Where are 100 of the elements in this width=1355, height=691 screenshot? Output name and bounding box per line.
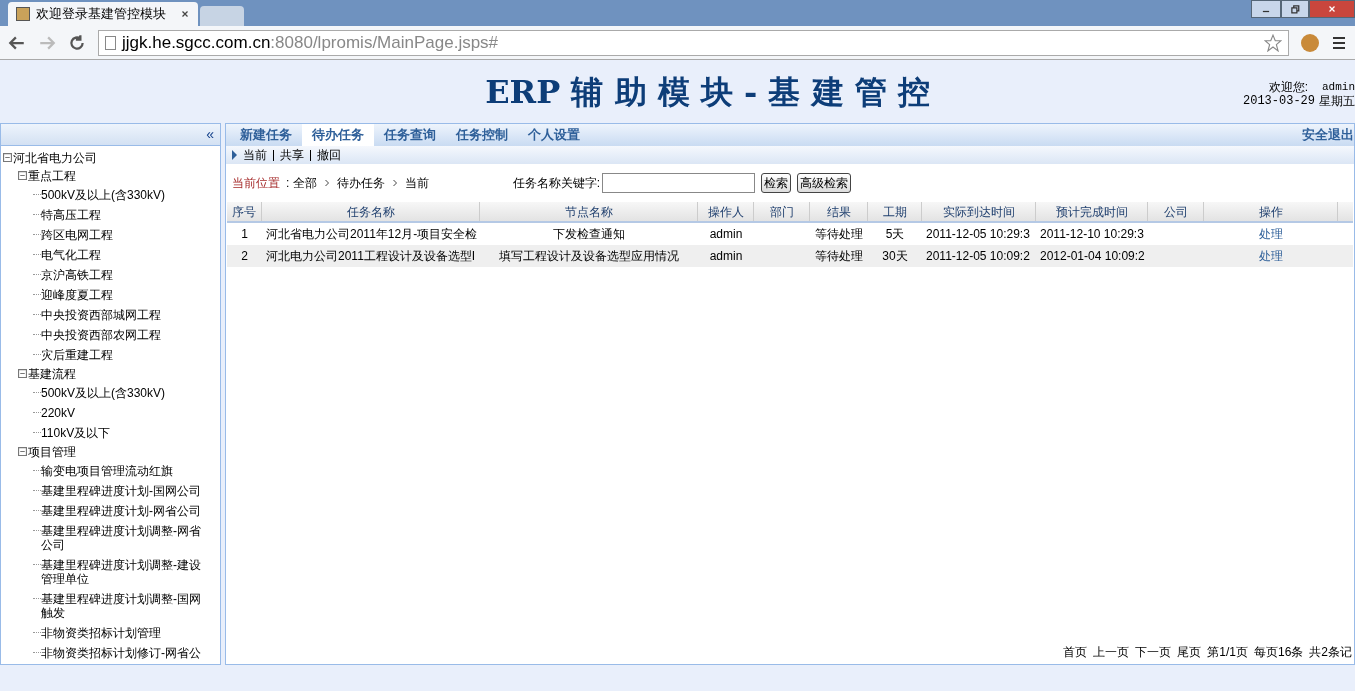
tree-item[interactable]: 基建里程碑进度计划-国网公司 bbox=[41, 481, 206, 501]
logout-link[interactable]: 安全退出 bbox=[1302, 125, 1354, 145]
table-cell-text: 5天 bbox=[884, 226, 906, 243]
action-link[interactable]: 处理 bbox=[1204, 245, 1338, 267]
table-cell-text: 2011-12-05 10:09:2 bbox=[925, 248, 1031, 265]
welcome-label: 欢迎您: bbox=[1268, 80, 1308, 94]
weekday-text: 星期五 bbox=[1319, 94, 1355, 108]
column-header[interactable]: 任务名称 bbox=[262, 202, 480, 221]
breadcrumb-label: 当前位置 bbox=[232, 175, 280, 192]
tree-node[interactable]: 项目管理 bbox=[28, 443, 76, 461]
star-icon[interactable] bbox=[1264, 33, 1282, 52]
date-text: 2013-03-29 bbox=[1243, 94, 1315, 108]
tree-item[interactable]: 特高压工程 bbox=[41, 205, 206, 225]
minus-box-icon[interactable] bbox=[18, 447, 27, 456]
chevron-icon bbox=[390, 178, 399, 188]
tree-item[interactable]: 中央投资西部农网工程 bbox=[41, 325, 206, 345]
nav-tab[interactable]: 任务查询 bbox=[374, 124, 446, 146]
tree-item[interactable]: 中央投资西部城网工程 bbox=[41, 305, 206, 325]
reload-icon[interactable] bbox=[68, 33, 86, 52]
pagination-info: 每页16条 bbox=[1253, 644, 1304, 661]
tree-item[interactable]: 500kV及以上(含330kV) bbox=[41, 383, 206, 403]
table-cell-text: 2012-01-04 10:09:2 bbox=[1039, 248, 1146, 265]
nav-tab[interactable]: 个人设置 bbox=[518, 124, 590, 146]
search-button[interactable]: 高级检索 bbox=[797, 173, 851, 193]
table-cell-text: 1 bbox=[240, 226, 249, 243]
restore-icon bbox=[1290, 4, 1300, 14]
column-header[interactable]: 操作 bbox=[1204, 202, 1338, 221]
column-header[interactable]: 公司 bbox=[1148, 202, 1204, 221]
tree-item[interactable]: 跨区电网工程 bbox=[41, 225, 206, 245]
sub-nav-link[interactable]: 撤回 bbox=[317, 146, 341, 164]
table-cell-text: 等待处理 bbox=[814, 226, 864, 243]
column-header[interactable]: 节点名称 bbox=[480, 202, 698, 221]
table-cell-text: 下发检查通知 bbox=[552, 226, 626, 243]
tree-item[interactable]: 非物资类招标计划修订-网省公 bbox=[41, 643, 206, 663]
pagination-link[interactable]: 上一页 bbox=[1093, 643, 1130, 661]
sub-nav-link[interactable]: 当前 bbox=[243, 146, 267, 164]
tree-node[interactable]: 基建流程 bbox=[28, 365, 76, 383]
tree-item[interactable]: 京沪高铁工程 bbox=[41, 265, 206, 285]
nav-tab[interactable]: 待办任务 bbox=[302, 124, 374, 146]
tree-item[interactable]: 基建里程碑进度计划-网省公司 bbox=[41, 501, 206, 521]
tree-item[interactable]: 迎峰度夏工程 bbox=[41, 285, 206, 305]
close-icon bbox=[1327, 4, 1337, 14]
cookie-icon[interactable] bbox=[1301, 33, 1319, 52]
close-icon[interactable] bbox=[180, 9, 190, 19]
search-field[interactable] bbox=[602, 173, 755, 193]
minus-box-icon[interactable] bbox=[18, 369, 27, 378]
column-header[interactable]: 部门 bbox=[754, 202, 810, 221]
table-cell-text: 河北电力公司2011工程设计及设备选型I bbox=[265, 248, 477, 265]
restore-button[interactable] bbox=[1281, 0, 1309, 18]
tree-item[interactable]: 基建里程碑进度计划调整-网省公司 bbox=[41, 521, 206, 555]
table-cell-text: 等待处理 bbox=[814, 248, 864, 265]
tree-item[interactable]: 500kV及以上(含330kV) bbox=[41, 185, 206, 205]
minimize-button[interactable] bbox=[1251, 0, 1281, 18]
nav-tab[interactable]: 新建任务 bbox=[230, 124, 302, 146]
table-cell-text: 2011-12-05 10:29:3 bbox=[925, 226, 1031, 243]
pagination-info: 共2条记 bbox=[1309, 644, 1352, 661]
tree-node[interactable]: 重点工程 bbox=[28, 167, 76, 185]
tree-item[interactable]: 110kV及以下 bbox=[41, 423, 206, 443]
tree-item[interactable]: 基建里程碑进度计划调整-建设管理单位 bbox=[41, 555, 206, 589]
collapse-button[interactable]: « bbox=[206, 124, 214, 145]
address-bar[interactable]: jjgk.he.sgcc.com.cn:8080/lpromis/MainPage.jsps# bbox=[98, 29, 1289, 56]
chevron-icon bbox=[322, 178, 331, 188]
search-label: 任务名称关键字: bbox=[512, 175, 600, 192]
table-cell-text: 填写工程设计及设备选型应用情况 bbox=[498, 248, 680, 265]
pagination-link[interactable]: 尾页 bbox=[1177, 643, 1202, 661]
menu-icon[interactable] bbox=[1331, 34, 1347, 51]
tree-item[interactable]: 输变电项目管理流动红旗 bbox=[41, 461, 206, 481]
table-cell-text: 河北省电力公司2011年12月-项目安全检 bbox=[265, 226, 479, 243]
browser-tab[interactable]: 欢迎登录基建管控模块 bbox=[8, 2, 198, 26]
tree-item[interactable]: 基建里程碑进度计划调整-国网触发 bbox=[41, 589, 206, 623]
column-header[interactable]: 序号 bbox=[227, 202, 262, 221]
action-link[interactable]: 处理 bbox=[1204, 223, 1338, 245]
table-cell-text: admin bbox=[708, 226, 744, 243]
minus-box-icon[interactable] bbox=[18, 171, 27, 180]
favicon-icon bbox=[16, 7, 30, 21]
minus-box-icon[interactable] bbox=[3, 153, 12, 162]
nav-tab[interactable]: 任务控制 bbox=[446, 124, 518, 146]
breadcrumb-item: 待办任务 bbox=[336, 175, 385, 192]
column-header[interactable]: 操作人 bbox=[698, 202, 754, 221]
pagination-info: 第1/1页 bbox=[1207, 644, 1248, 661]
breadcrumb-item: 当前 bbox=[404, 175, 429, 192]
sub-nav-link[interactable]: 共享 bbox=[280, 146, 304, 164]
pagination-link[interactable]: 下一页 bbox=[1135, 643, 1172, 661]
tree-item[interactable]: 非物资类招标计划管理 bbox=[41, 623, 206, 643]
pagination-link[interactable]: 首页 bbox=[1063, 643, 1088, 661]
column-header[interactable]: 结果 bbox=[810, 202, 868, 221]
search-button[interactable]: 检索 bbox=[761, 173, 791, 193]
table-cell-text: 30天 bbox=[881, 248, 909, 265]
column-header[interactable]: 实际到达时间 bbox=[922, 202, 1036, 221]
tree-item[interactable]: 灾后重建工程 bbox=[41, 345, 206, 365]
page-icon bbox=[105, 35, 116, 50]
column-header[interactable]: 预计完成时间 bbox=[1036, 202, 1148, 221]
column-header[interactable]: 工期 bbox=[868, 202, 922, 221]
username: admin bbox=[1322, 80, 1355, 94]
tree-item[interactable]: 电气化工程 bbox=[41, 245, 206, 265]
table-cell-text: admin bbox=[708, 248, 744, 265]
triangle-icon bbox=[232, 150, 237, 160]
breadcrumb-item: : 全部 bbox=[286, 175, 317, 192]
tree-item[interactable]: 220kV bbox=[41, 403, 206, 423]
tree-node[interactable]: 河北省电力公司 bbox=[13, 149, 97, 167]
